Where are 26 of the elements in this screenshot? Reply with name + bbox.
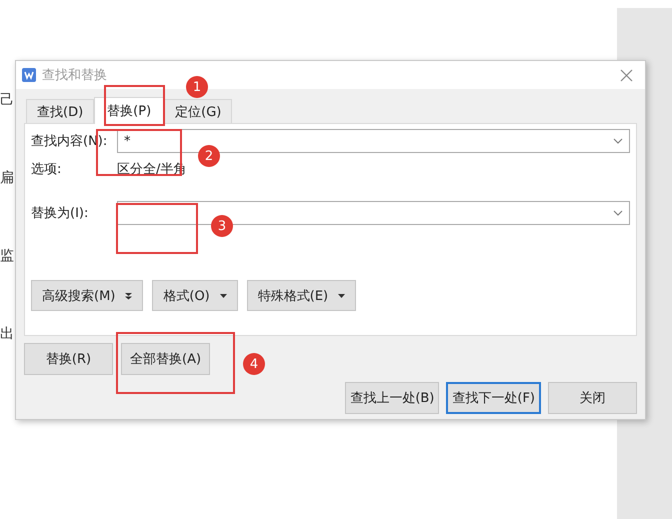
dropdown-button[interactable]: 格式(O): [152, 280, 238, 311]
document-text: 监: [0, 248, 15, 264]
tab[interactable]: 替换(P): [94, 97, 164, 124]
replace-button[interactable]: 全部替换(A): [121, 343, 210, 375]
double-caret-icon: [125, 292, 132, 300]
caret-icon: [220, 294, 227, 298]
close-icon[interactable]: [620, 68, 633, 82]
replace-label: 替换为(I):: [31, 205, 90, 222]
tab[interactable]: 定位(G): [164, 99, 232, 123]
document-text: 出: [0, 326, 15, 342]
highlight-frame: [104, 85, 165, 126]
options-label: 选项:: [31, 161, 62, 178]
dialog-button[interactable]: 查找下一处(F): [446, 382, 541, 414]
tab[interactable]: 查找(D): [26, 99, 94, 123]
document-app-icon: [22, 68, 36, 82]
chevron-down-icon: [613, 210, 623, 216]
dialog-button[interactable]: 关闭: [548, 382, 637, 414]
document-text: 己: [0, 92, 15, 108]
document-text: 扁: [0, 170, 15, 186]
dropdown-button[interactable]: 高级搜索(M): [31, 280, 144, 311]
dropdown-button[interactable]: 特殊格式(E): [246, 280, 356, 311]
window-title: 查找和替换: [42, 67, 107, 84]
dialog-button[interactable]: 查找上一处(B): [345, 382, 440, 414]
replace-button[interactable]: 替换(R): [24, 343, 113, 375]
caret-icon: [338, 294, 346, 298]
chevron-down-icon: [613, 138, 623, 144]
